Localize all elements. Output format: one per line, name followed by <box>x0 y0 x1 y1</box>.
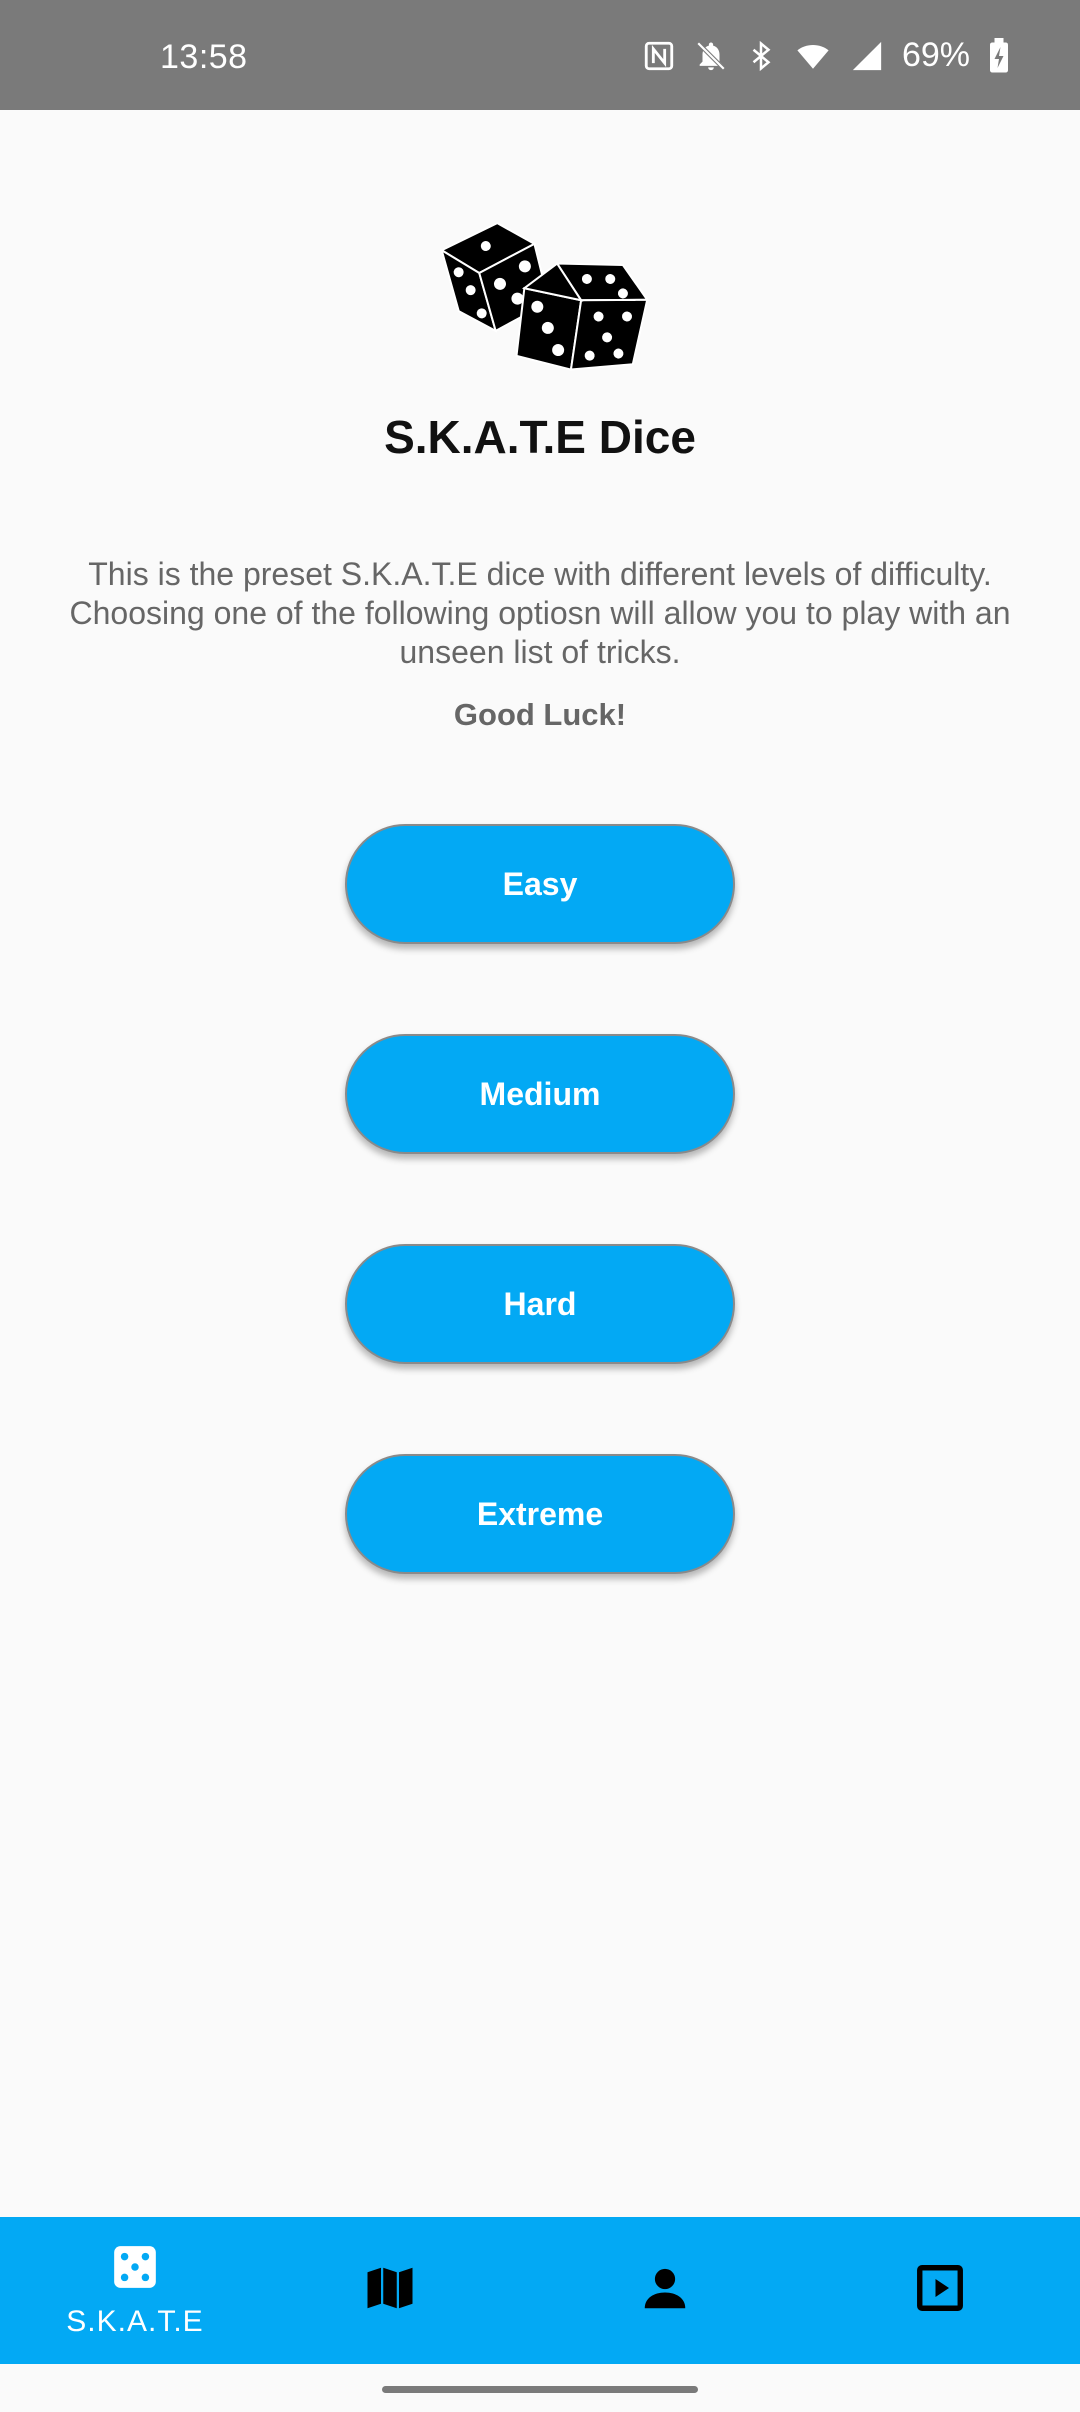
nav-item-skate-label: S.K.A.T.E <box>66 2305 204 2338</box>
hard-button[interactable]: Hard <box>345 1244 735 1364</box>
main-content: S.K.A.T.E Dice This is the preset S.K.A.… <box>0 110 1080 2217</box>
battery-icon <box>988 37 1010 74</box>
map-icon <box>363 2261 417 2320</box>
good-luck-text: Good Luck! <box>453 697 627 732</box>
dice-icon <box>110 2242 160 2297</box>
bluetooth-icon <box>746 39 776 73</box>
nav-item-skate[interactable]: S.K.A.T.E <box>0 2217 270 2364</box>
signal-icon <box>850 39 884 73</box>
wifi-icon <box>794 39 832 73</box>
medium-button[interactable]: Medium <box>345 1034 735 1154</box>
status-bar: 13:58 69% <box>0 0 1080 110</box>
nav-item-profile[interactable] <box>530 2217 800 2364</box>
bottom-nav: S.K.A.T.E <box>0 2217 1080 2364</box>
status-icons: 69% <box>642 36 1010 75</box>
dice-logo-icon <box>430 210 650 400</box>
bell-off-icon <box>694 39 728 73</box>
battery-percent: 69% <box>901 36 970 74</box>
description-text: This is the preset S.K.A.T.E dice with d… <box>69 556 1011 670</box>
nav-item-map[interactable] <box>255 2217 525 2364</box>
easy-button[interactable]: Easy <box>345 824 735 944</box>
gesture-bar <box>382 2386 698 2393</box>
status-time: 13:58 <box>160 38 248 76</box>
page-title: S.K.A.T.E Dice <box>384 411 696 463</box>
person-icon <box>638 2261 692 2320</box>
nav-item-play[interactable] <box>805 2217 1075 2364</box>
play-icon <box>913 2261 967 2320</box>
extreme-button[interactable]: Extreme <box>345 1454 735 1574</box>
nfc-icon <box>642 39 676 73</box>
